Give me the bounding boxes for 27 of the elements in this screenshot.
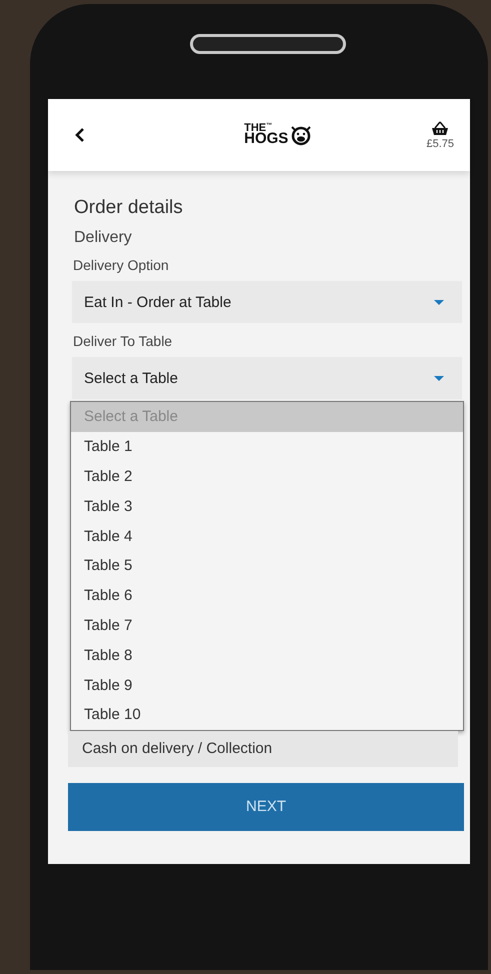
field-label: Deliver To Table [73,333,174,349]
next-button[interactable]: NEXT [68,782,464,831]
dropdown-option[interactable]: Table 4 [71,521,463,551]
dropdown-option[interactable]: Table 3 [71,491,463,522]
dropdown-option[interactable]: Table 7 [71,610,463,640]
dropdown-field[interactable]: Select a Table [72,357,462,399]
dropdown-option[interactable]: Table 9 [71,670,463,700]
dropdown-field[interactable]: Eat In - Order at Table [72,281,462,323]
dropdown-option[interactable]: Table 8 [71,640,463,670]
basket-button[interactable]: £5.75 [426,120,454,150]
hog-head-icon [290,124,312,146]
chevron-left-icon [74,127,86,143]
field-label: Delivery Option [73,257,170,273]
dropdown-option[interactable]: Table 2 [71,462,463,492]
dropdown-option[interactable]: Table 5 [71,550,463,581]
dropdown-option[interactable]: Table 10 [71,700,463,730]
logo-text: HOGS [244,133,288,146]
dropdown-option[interactable]: Table 6 [71,580,463,611]
page-title: Order details [74,197,184,219]
dropdown-option[interactable]: Table 1 [71,432,463,462]
caret-down-icon [434,376,444,380]
payment-field[interactable]: Cash on delivery / Collection [68,730,458,767]
basket-total: £5.75 [426,138,454,150]
caret-down-icon [434,300,444,304]
logo-text: THE [244,122,266,134]
basket-icon [431,120,450,136]
section-title: Delivery [74,229,133,247]
